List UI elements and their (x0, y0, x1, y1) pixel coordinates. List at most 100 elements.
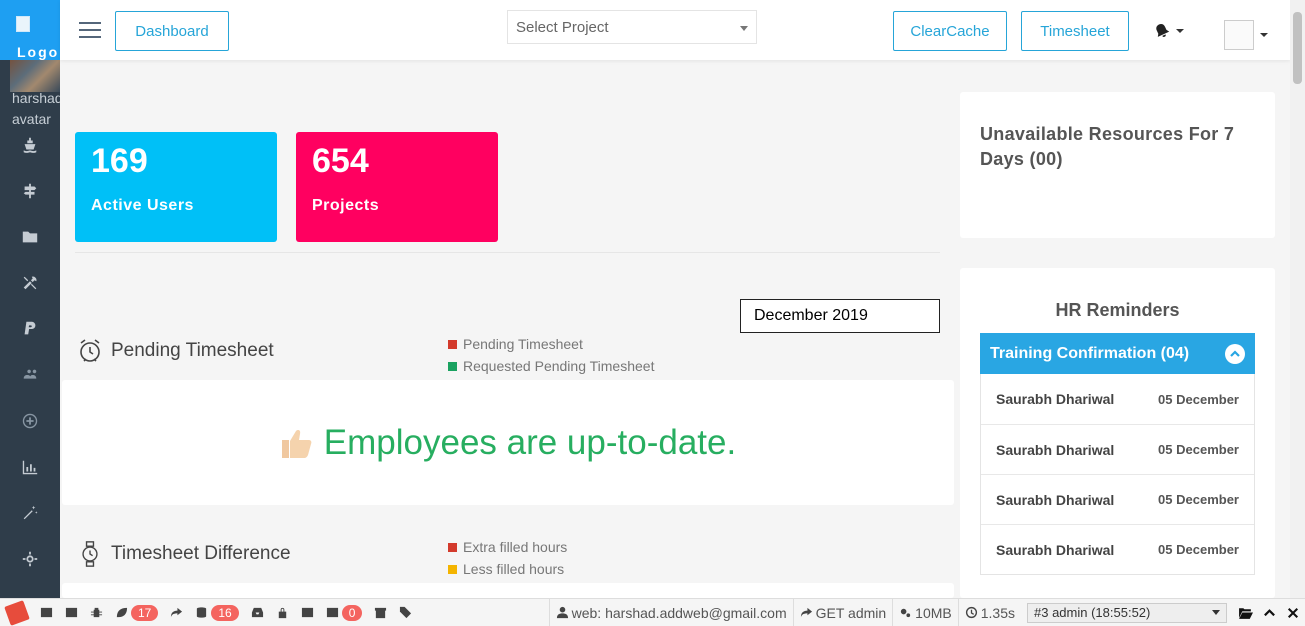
maximize-icon[interactable] (1257, 606, 1281, 619)
bar-chart-icon[interactable] (0, 444, 60, 490)
list-icon (40, 607, 53, 618)
route-tab[interactable] (164, 599, 189, 626)
legend-swatch (448, 339, 457, 349)
active-users-card[interactable]: 169 Active Users (75, 132, 277, 242)
pending-legend: Pending Timesheet Requested Pending Time… (448, 333, 654, 377)
auth-user-indicator[interactable]: web: harshad.addweb@gmail.com (548, 598, 793, 626)
ship-icon[interactable] (0, 122, 60, 168)
auth-tab[interactable] (270, 599, 295, 626)
timeline-tab[interactable] (59, 599, 84, 626)
logo[interactable]: Logo (0, 0, 60, 60)
notifications-dropdown[interactable] (1153, 22, 1184, 40)
list-item[interactable]: Saurabh Dhariwal 05 December (981, 374, 1254, 424)
legend-swatch (448, 542, 457, 552)
projects-card[interactable]: 654 Projects (296, 132, 498, 242)
cogs-icon (901, 608, 911, 618)
list-item[interactable]: Saurabh Dhariwal 05 December (981, 524, 1254, 574)
session-count-badge: 0 (341, 604, 363, 621)
views-tab[interactable]: 17 (109, 599, 164, 626)
training-confirmation-header[interactable]: Training Confirmation (04) (980, 333, 1255, 374)
unavailable-resources-card: Unavailable Resources For 7 Days (00) (960, 92, 1275, 238)
legend-swatch (448, 361, 457, 371)
active-users-label: Active Users (91, 197, 194, 214)
paypal-icon[interactable] (0, 306, 60, 352)
user-avatar (1224, 20, 1254, 50)
select-project-dropdown[interactable]: Select Project (507, 10, 757, 44)
alarm-clock-icon (80, 339, 100, 362)
folder-icon[interactable] (0, 214, 60, 260)
open-folder-icon[interactable] (1233, 605, 1257, 620)
list-item[interactable]: Saurabh Dhariwal 05 December (981, 474, 1254, 524)
unavailable-resources-title: Unavailable Resources For 7 Days (00) (980, 124, 1235, 169)
clearcache-button[interactable]: ClearCache (893, 11, 1007, 51)
tools-icon[interactable] (0, 260, 60, 306)
bug-icon (90, 607, 103, 618)
leaf-icon (116, 607, 128, 618)
pending-timesheet-title: Pending Timesheet (111, 340, 274, 361)
active-users-count: 169 (91, 142, 148, 180)
laravel-logo-icon[interactable] (0, 599, 34, 626)
queries-count-badge: 16 (211, 604, 239, 621)
legend-swatch (448, 564, 457, 574)
settings-icon[interactable] (0, 536, 60, 582)
magic-wand-icon[interactable] (0, 490, 60, 536)
share-icon (800, 607, 812, 618)
legend-item: Requested Pending Timesheet (448, 355, 654, 377)
request-tab[interactable] (368, 599, 393, 626)
inbox-icon (251, 607, 263, 618)
users-icon[interactable] (0, 352, 60, 398)
page-scrollbar[interactable] (1290, 0, 1305, 598)
chevron-down-icon (1260, 33, 1268, 37)
lock-icon (278, 607, 286, 619)
pending-timesheet-panel: Employees are up-to-date. (62, 380, 954, 505)
hr-reminders-title: HR Reminders (1055, 300, 1180, 320)
database-icon (197, 607, 207, 618)
chevron-up-icon[interactable] (1225, 343, 1245, 364)
queries-tab[interactable]: 16 (189, 599, 244, 626)
close-icon[interactable] (1281, 607, 1305, 619)
user-icon (556, 606, 568, 619)
reminder-date: 05 December (1158, 492, 1239, 507)
divider (75, 252, 940, 253)
logo-alt-text: Logo (17, 44, 60, 60)
reminder-name: Saurabh Dhariwal (996, 491, 1115, 508)
tasks-icon (326, 607, 338, 618)
archive-icon (375, 607, 387, 619)
request-select[interactable]: #3 admin (18:55:52) (1027, 602, 1227, 623)
timesheet-difference-title: Timesheet Difference (111, 543, 291, 564)
share-icon (171, 607, 183, 618)
reminder-name: Saurabh Dhariwal (996, 441, 1115, 458)
legend-item: Extra filled hours (448, 536, 567, 558)
mails-tab[interactable] (245, 599, 270, 626)
list-item[interactable]: Saurabh Dhariwal 05 December (981, 424, 1254, 474)
scrollbar-thumb[interactable] (1293, 12, 1302, 84)
route-indicator[interactable]: GET admin (792, 598, 893, 626)
plus-circle-icon[interactable] (0, 398, 60, 444)
screen-icon[interactable] (0, 582, 60, 598)
reminder-date: 05 December (1158, 442, 1239, 457)
bell-icon (1156, 23, 1170, 37)
memory-indicator[interactable]: 10MB (892, 598, 958, 626)
session-tab[interactable]: 0 (320, 599, 369, 626)
avatar[interactable]: harshad avatar (0, 60, 60, 128)
signpost-icon[interactable] (0, 168, 60, 214)
dashboard-button[interactable]: Dashboard (115, 11, 229, 51)
reminder-name: Saurabh Dhariwal (996, 541, 1115, 558)
reminder-date: 05 December (1158, 542, 1239, 557)
messages-tab[interactable] (34, 599, 59, 626)
chevron-down-icon (1176, 29, 1184, 33)
thumbs-up-icon (281, 429, 312, 458)
legend-item: Less filled hours (448, 558, 567, 580)
month-picker-input[interactable]: December 2019 (740, 299, 940, 333)
tags-tab[interactable] (393, 599, 418, 626)
menu-icon[interactable] (79, 22, 101, 38)
clock-icon (965, 606, 977, 619)
user-dropdown[interactable] (1224, 20, 1268, 50)
reminder-name: Saurabh Dhariwal (996, 391, 1115, 407)
gate-tab[interactable] (295, 599, 320, 626)
time-indicator[interactable]: 1.35s (957, 598, 1021, 626)
legend-item: Pending Timesheet (448, 333, 654, 355)
topbar: Dashboard Select Project ClearCache Time… (60, 0, 1290, 60)
timesheet-button[interactable]: Timesheet (1021, 11, 1129, 51)
exceptions-tab[interactable] (84, 599, 109, 626)
